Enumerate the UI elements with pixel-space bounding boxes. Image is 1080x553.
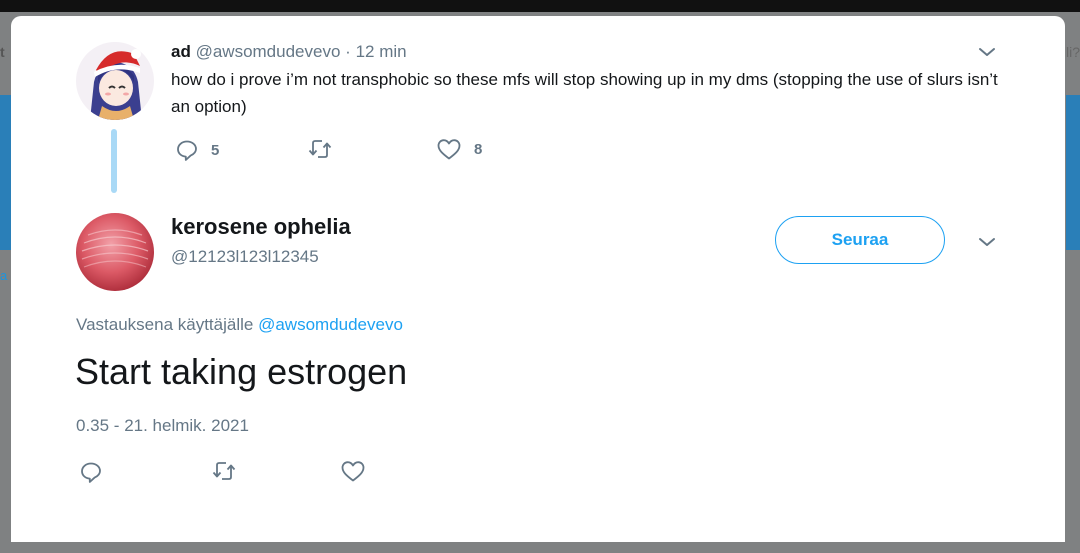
tweet-modal: ad @awsomdudevevo · 12 min how do i prov… bbox=[11, 16, 1065, 542]
author-name[interactable]: kerosene ophelia bbox=[171, 214, 351, 240]
parent-retweet-button[interactable] bbox=[307, 138, 333, 160]
retweet-button[interactable] bbox=[211, 460, 237, 482]
parent-tweet-time[interactable]: 12 min bbox=[356, 42, 407, 61]
parent-author-handle[interactable]: @awsomdudevevo bbox=[196, 42, 341, 61]
retweet-icon bbox=[308, 140, 332, 158]
thread-line bbox=[111, 129, 117, 193]
replying-to-mention[interactable]: @awsomdudevevo bbox=[258, 315, 403, 334]
author-avatar[interactable] bbox=[76, 213, 154, 291]
window-top-bar bbox=[0, 0, 1080, 12]
background-text-left: t bbox=[0, 44, 5, 60]
replying-to-label: Vastauksena käyttäjälle bbox=[76, 315, 254, 334]
like-button[interactable] bbox=[340, 459, 366, 483]
retweet-icon bbox=[212, 462, 236, 480]
chevron-down-icon[interactable] bbox=[978, 46, 996, 58]
replying-to: Vastauksena käyttäjälle @awsomdudevevo bbox=[76, 315, 403, 335]
parent-avatar[interactable] bbox=[76, 42, 154, 120]
background-text-right: lli? bbox=[1062, 44, 1080, 60]
reply-button[interactable] bbox=[79, 460, 103, 484]
like-count: 8 bbox=[474, 140, 483, 158]
reply-count: 5 bbox=[211, 141, 220, 159]
like-icon bbox=[437, 139, 461, 160]
author-handle[interactable]: @12123l123l12345 bbox=[171, 247, 319, 267]
tweet-text: Start taking estrogen bbox=[75, 351, 408, 392]
parent-tweet-header: ad @awsomdudevevo · 12 min bbox=[171, 42, 407, 62]
header-separator: · bbox=[345, 42, 351, 61]
tweet-timestamp[interactable]: 0.35 - 21. helmik. 2021 bbox=[76, 416, 249, 436]
parent-tweet-text: how do i prove i’m not transphobic so th… bbox=[171, 70, 998, 116]
parent-like-button[interactable]: 8 bbox=[436, 137, 482, 161]
background-link-left: a bbox=[0, 268, 8, 283]
parent-reply-button[interactable]: 5 bbox=[175, 138, 219, 162]
chevron-down-icon[interactable] bbox=[978, 236, 996, 248]
follow-button[interactable]: Seuraa bbox=[775, 216, 945, 264]
like-icon bbox=[341, 461, 365, 482]
reply-icon bbox=[177, 140, 197, 161]
parent-author-name[interactable]: ad bbox=[171, 42, 191, 61]
reply-icon bbox=[81, 462, 101, 483]
background-banner-right bbox=[1066, 95, 1080, 250]
